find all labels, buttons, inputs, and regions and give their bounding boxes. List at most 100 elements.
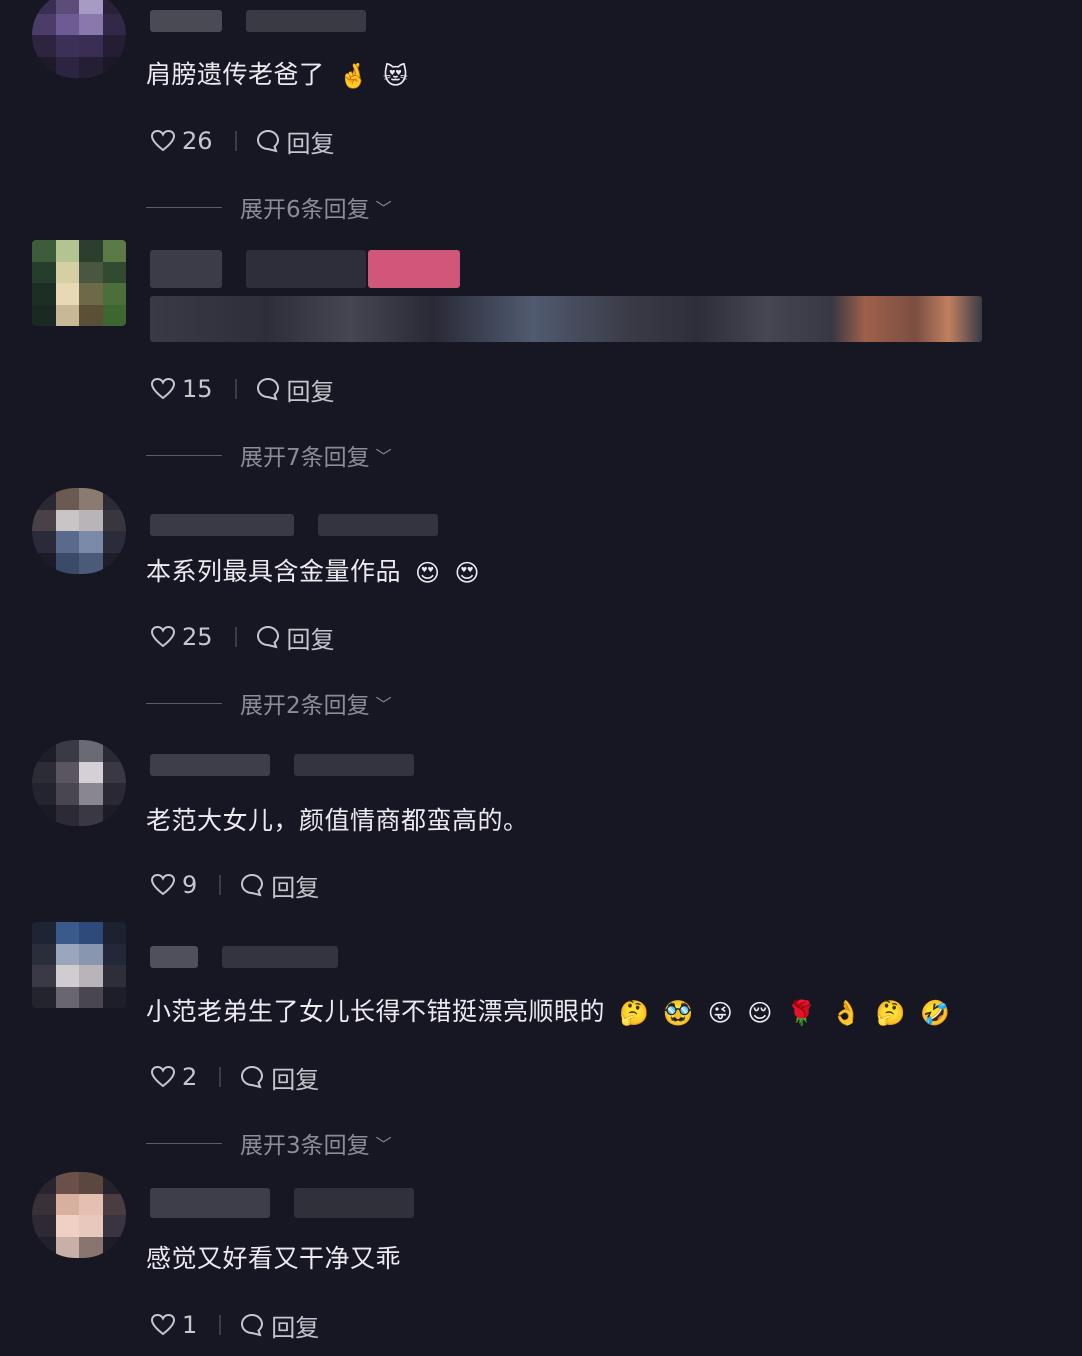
rolling-laughing-emoji: 🤣 xyxy=(920,999,951,1027)
speech-bubble-icon xyxy=(241,1065,264,1089)
divider-line xyxy=(146,454,222,456)
comment-body: 本系列最具含金量作品 xyxy=(146,557,402,586)
divider xyxy=(219,875,222,895)
divider-line xyxy=(146,1142,222,1144)
avatar[interactable] xyxy=(32,488,126,574)
comment-text: 感觉又好看又干净又乖 xyxy=(146,1244,401,1274)
like-button[interactable]: 1 xyxy=(150,1311,197,1339)
like-count: 26 xyxy=(182,127,213,155)
expand-replies[interactable]: 展开2条回复 ﹀ xyxy=(146,688,392,719)
heart-icon xyxy=(150,873,176,896)
like-button[interactable]: 26 xyxy=(150,127,213,155)
avatar[interactable] xyxy=(32,240,126,326)
like-count: 1 xyxy=(182,1311,198,1339)
heart-eyes-emoji: 😍 xyxy=(454,559,481,587)
username-blurred xyxy=(246,250,366,288)
reply-label: 回复 xyxy=(286,625,335,654)
username-blurred xyxy=(150,250,222,288)
comment-actions: 25 回复 xyxy=(150,620,335,655)
timestamp-blurred xyxy=(318,514,438,536)
reply-button[interactable]: 回复 xyxy=(255,124,335,159)
expand-replies[interactable]: 展开6条回复 ﹀ xyxy=(146,192,392,223)
reply-label: 回复 xyxy=(271,1313,320,1342)
avatar[interactable] xyxy=(32,0,126,78)
timestamp-blurred xyxy=(294,754,414,776)
username-blurred xyxy=(150,514,294,536)
timestamp-blurred xyxy=(222,946,338,968)
heart-icon xyxy=(150,377,176,400)
chevron-down-icon: ﹀ xyxy=(375,695,392,714)
heart-eyes-cat-emoji: 😻 xyxy=(382,62,409,90)
comment-body: 老范大女儿，颜值情商都蛮高的。 xyxy=(146,806,529,835)
winking-tongue-emoji: 😜 xyxy=(707,999,734,1027)
like-button[interactable]: 15 xyxy=(150,375,213,403)
like-count: 2 xyxy=(182,1063,198,1091)
reply-button[interactable]: 回复 xyxy=(255,620,335,655)
comment-actions: 1 回复 xyxy=(150,1308,319,1343)
chevron-down-icon: ﹀ xyxy=(375,199,392,218)
speech-bubble-icon xyxy=(256,129,279,153)
ok-hand-emoji: 👌 xyxy=(831,999,862,1027)
disguised-face-emoji: 🥸 xyxy=(663,999,694,1027)
speech-bubble-icon xyxy=(241,873,264,897)
divider xyxy=(219,1067,222,1087)
avatar[interactable] xyxy=(32,922,126,1008)
divider xyxy=(234,627,237,647)
comment-actions: 2 回复 xyxy=(150,1060,319,1095)
heart-icon xyxy=(150,1065,176,1088)
comment-body: 肩膀遗传老爸了 xyxy=(146,60,325,89)
relieved-emoji: 😌 xyxy=(747,999,773,1027)
comment-text: 老范大女儿，颜值情商都蛮高的。 xyxy=(146,806,529,836)
comment-text: 本系列最具含金量作品 😍 😍 xyxy=(146,557,480,588)
username-blurred xyxy=(150,754,270,776)
comment-text: 肩膀遗传老爸了 🤞 😻 xyxy=(146,60,408,91)
reply-label: 回复 xyxy=(286,377,335,406)
divider-line xyxy=(146,206,222,208)
reply-button[interactable]: 回复 xyxy=(239,868,319,903)
speech-bubble-icon xyxy=(256,625,279,649)
chevron-down-icon: ﹀ xyxy=(375,1135,392,1154)
expand-replies-label: 展开6条回复 xyxy=(240,197,370,223)
speech-bubble-icon xyxy=(241,1313,264,1337)
like-count: 9 xyxy=(182,871,198,899)
reply-button[interactable]: 回复 xyxy=(239,1308,319,1343)
reply-label: 回复 xyxy=(271,1065,320,1094)
heart-eyes-emoji: 😍 xyxy=(415,559,441,587)
divider xyxy=(219,1315,222,1335)
reply-button[interactable]: 回复 xyxy=(255,372,335,407)
timestamp-blurred xyxy=(294,1188,414,1218)
comment-body: 感觉又好看又干净又乖 xyxy=(146,1244,402,1273)
like-count: 15 xyxy=(182,375,213,403)
expand-replies[interactable]: 展开7条回复 ﹀ xyxy=(146,440,392,471)
heart-icon xyxy=(150,625,176,648)
thinking-emoji: 🤔 xyxy=(875,999,907,1027)
reply-button[interactable]: 回复 xyxy=(239,1060,319,1095)
avatar[interactable] xyxy=(32,740,126,826)
avatar[interactable] xyxy=(32,1172,126,1258)
heart-icon xyxy=(150,129,176,152)
expand-replies[interactable]: 展开3条回复 ﹀ xyxy=(146,1128,392,1159)
comment-actions: 15 回复 xyxy=(150,372,335,407)
badge-blurred xyxy=(368,250,460,288)
like-button[interactable]: 25 xyxy=(150,623,213,651)
comment-actions: 9 回复 xyxy=(150,868,319,903)
thinking-emoji: 🤔 xyxy=(619,999,650,1027)
username-blurred xyxy=(150,1188,270,1218)
fingers-crossed-emoji: 🤞 xyxy=(338,62,369,90)
like-button[interactable]: 9 xyxy=(150,871,197,899)
divider-line xyxy=(146,702,222,704)
comment-text-blurred xyxy=(150,296,982,342)
like-button[interactable]: 2 xyxy=(150,1063,197,1091)
like-count: 25 xyxy=(182,623,213,651)
divider xyxy=(234,379,237,399)
divider xyxy=(234,131,237,151)
speech-bubble-icon xyxy=(256,377,279,401)
username-blurred xyxy=(150,10,222,32)
expand-replies-label: 展开3条回复 xyxy=(240,1133,370,1159)
expand-replies-label: 展开7条回复 xyxy=(240,445,370,471)
chevron-down-icon: ﹀ xyxy=(375,447,392,466)
timestamp-blurred xyxy=(246,10,366,32)
reply-label: 回复 xyxy=(271,873,320,902)
comment-body: 小范老弟生了女儿长得不错挺漂亮顺眼的 xyxy=(146,997,606,1026)
comment-text: 小范老弟生了女儿长得不错挺漂亮顺眼的 🤔 🥸 😜 😌 🌹 👌 🤔 🤣 xyxy=(146,997,950,1028)
